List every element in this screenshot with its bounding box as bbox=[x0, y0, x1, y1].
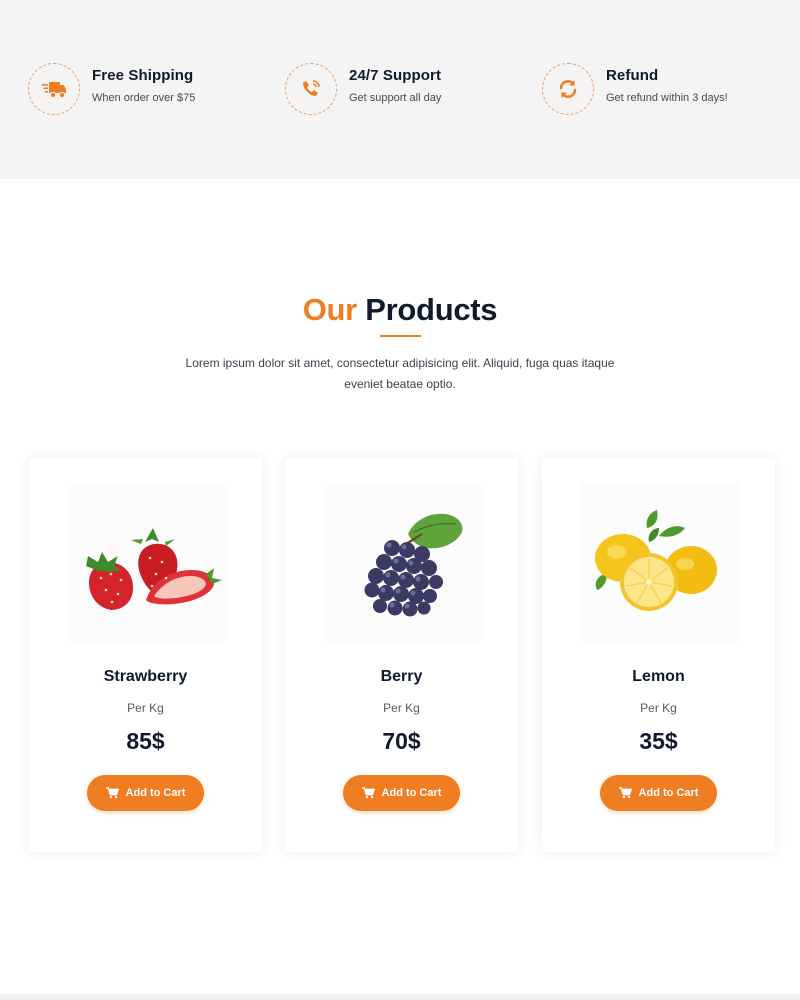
feature-subtitle: Get refund within 3 days! bbox=[606, 92, 728, 104]
feature-title: 24/7 Support bbox=[349, 67, 442, 84]
add-to-cart-label: Add to Cart bbox=[125, 787, 186, 799]
section-title-accent: Our bbox=[302, 292, 358, 327]
feature-refund: Refund Get refund within 3 days! bbox=[542, 63, 728, 115]
phone-icon bbox=[285, 63, 337, 115]
refresh-icon bbox=[542, 63, 594, 115]
add-to-cart-label: Add to Cart bbox=[638, 787, 699, 799]
cart-icon bbox=[105, 787, 119, 799]
strawberry-image bbox=[66, 482, 226, 642]
product-name: Lemon bbox=[632, 668, 685, 685]
cart-icon bbox=[618, 787, 632, 799]
section-description: Lorem ipsum dolor sit amet, consectetur … bbox=[185, 356, 615, 391]
grape-image bbox=[322, 482, 482, 642]
product-price: 35$ bbox=[639, 728, 678, 754]
product-card-lemon: Lemon Per Kg 35$ Add to Cart bbox=[542, 458, 775, 852]
feature-title: Refund bbox=[606, 67, 659, 84]
lemon-image bbox=[579, 482, 739, 642]
section-title-rest: Products bbox=[365, 292, 498, 327]
product-unit: Per Kg bbox=[127, 701, 164, 715]
product-card-berry: Berry Per Kg 70$ Add to Cart bbox=[285, 458, 518, 852]
add-to-cart-button[interactable]: Add to Cart bbox=[600, 775, 717, 811]
product-price: 70$ bbox=[382, 728, 421, 754]
product-unit: Per Kg bbox=[383, 701, 420, 715]
feature-subtitle: When order over $75 bbox=[92, 92, 196, 104]
footer-divider bbox=[0, 994, 800, 1000]
cart-icon bbox=[361, 787, 375, 799]
section-title: Our Products bbox=[0, 292, 800, 328]
feature-subtitle: Get support all day bbox=[349, 92, 442, 104]
title-underline bbox=[380, 335, 421, 337]
feature-title: Free Shipping bbox=[92, 67, 194, 84]
add-to-cart-label: Add to Cart bbox=[381, 787, 442, 799]
product-name: Berry bbox=[380, 668, 423, 685]
add-to-cart-button[interactable]: Add to Cart bbox=[87, 775, 204, 811]
add-to-cart-button[interactable]: Add to Cart bbox=[343, 775, 460, 811]
features-bar: Free Shipping When order over $75 24/7 S… bbox=[0, 0, 800, 179]
feature-support: 24/7 Support Get support all day bbox=[285, 63, 441, 115]
product-price: 85$ bbox=[126, 728, 165, 754]
feature-free-shipping: Free Shipping When order over $75 bbox=[28, 63, 195, 115]
product-unit: Per Kg bbox=[640, 701, 677, 715]
product-card-strawberry: Strawberry Per Kg 85$ Add to Cart bbox=[29, 458, 262, 852]
delivery-truck-icon bbox=[28, 63, 80, 115]
product-name: Strawberry bbox=[103, 668, 188, 685]
